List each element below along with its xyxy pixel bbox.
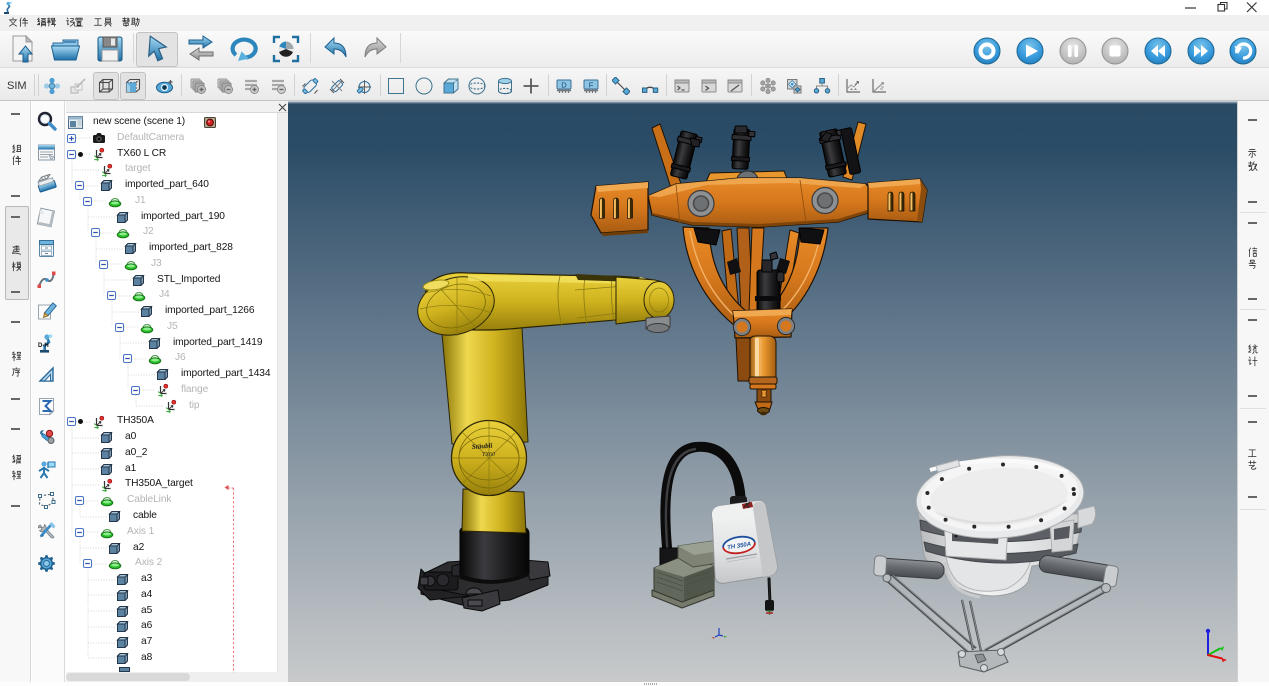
svg-text:Stäubli: Stäubli (472, 442, 493, 451)
svg-text:D-H: D-H (38, 343, 49, 349)
svg-text:TX60: TX60 (482, 452, 495, 458)
svg-text:D: D (561, 80, 567, 89)
svg-text:F: F (589, 80, 594, 89)
